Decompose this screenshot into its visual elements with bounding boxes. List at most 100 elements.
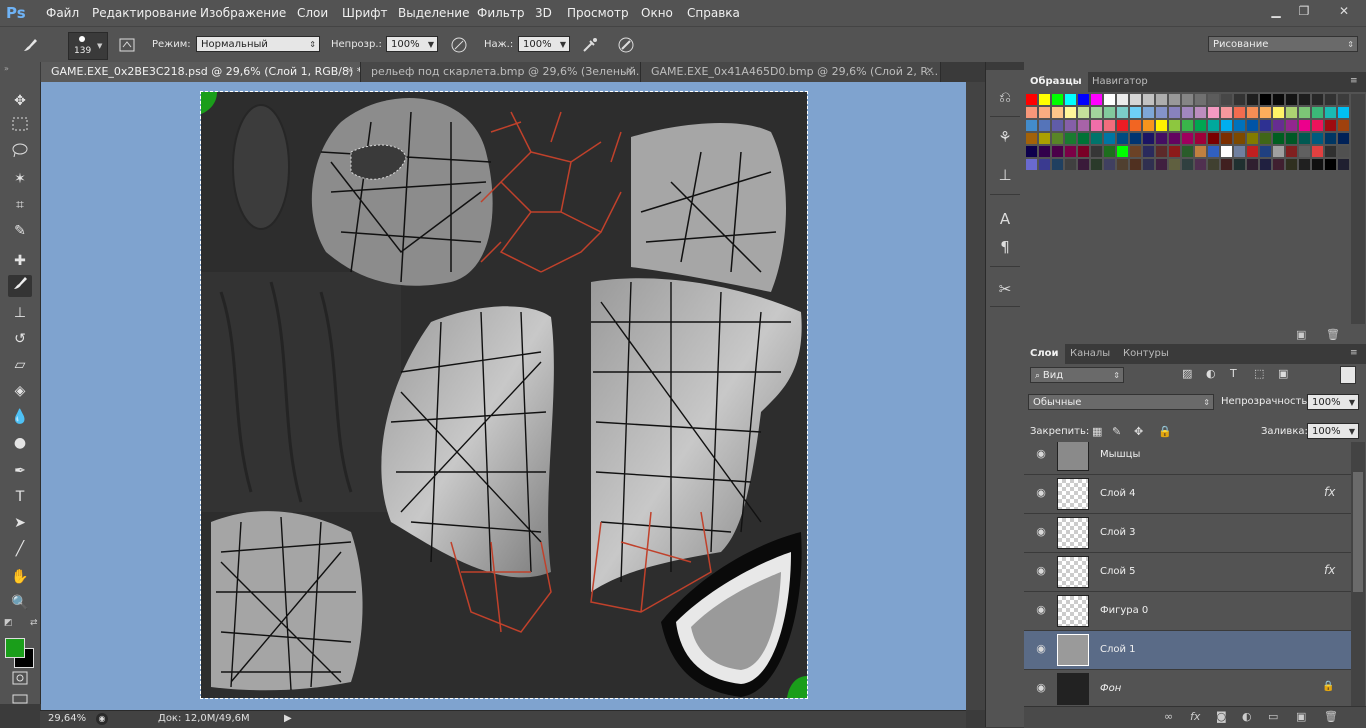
color-swatch[interactable] [1091,94,1102,105]
layer-effects-icon[interactable]: fx [1324,563,1335,577]
color-swatch[interactable] [1104,120,1115,131]
color-swatch[interactable] [1286,94,1297,105]
color-swatch[interactable] [1338,133,1349,144]
color-swatch[interactable] [1065,146,1076,157]
color-swatch[interactable] [1130,146,1141,157]
menu-help[interactable]: Справка [687,6,740,20]
pressure-size-icon[interactable] [616,35,636,55]
color-swatch[interactable] [1039,133,1050,144]
color-swatch[interactable] [1169,94,1180,105]
eye-icon[interactable]: ◉ [1034,487,1048,499]
mode-select[interactable]: Нормальный ⇕ [196,36,320,52]
layer-row-figura-0[interactable]: ◉ Фигура 0 [1024,592,1351,631]
dodge-tool-icon[interactable]: ● [8,432,32,454]
swap-colors-icon[interactable]: ⇄ [30,618,38,628]
menu-filter[interactable]: Фильтр [477,6,524,20]
pressure-input[interactable]: 100% ▼ [518,36,570,52]
layers-scrollbar[interactable] [1351,442,1365,706]
color-swatch[interactable] [1143,133,1154,144]
color-swatch[interactable] [1065,120,1076,131]
color-swatch[interactable] [1026,94,1037,105]
color-swatch[interactable] [1325,120,1336,131]
add-mask-icon[interactable]: ◙ [1216,710,1227,723]
color-swatch[interactable] [1260,94,1271,105]
color-swatch[interactable] [1312,120,1323,131]
menu-image[interactable]: Изображение [200,6,286,20]
quick-mask-icon[interactable] [8,670,32,692]
layer-row-fon[interactable]: ◉ Фон 🔒 [1024,670,1351,706]
delete-swatch-icon[interactable]: 🗑 [1326,328,1340,341]
color-swatch[interactable] [1208,120,1219,131]
filter-adjustment-icon[interactable]: ◐ [1206,367,1216,380]
color-swatch[interactable] [1156,133,1167,144]
paragraph-icon[interactable]: ¶ [994,236,1016,258]
color-swatch[interactable] [1156,159,1167,170]
color-swatch[interactable] [1221,94,1232,105]
color-swatch[interactable] [1338,94,1349,105]
color-swatch[interactable] [1182,146,1193,157]
layer-effects-icon[interactable]: fx [1324,485,1335,499]
color-swatch[interactable] [1091,146,1102,157]
minimize-icon[interactable]: ▁ [1264,2,1288,20]
color-swatch[interactable] [1299,133,1310,144]
eyedropper-tool-icon[interactable]: ✎ [8,220,32,242]
tab-navigator[interactable]: Навигатор [1086,72,1154,92]
swatch-grid[interactable] [1026,94,1351,224]
color-swatch[interactable] [1325,94,1336,105]
color-swatch[interactable] [1286,146,1297,157]
color-swatch[interactable] [1195,133,1206,144]
foreground-color-swatch[interactable] [5,638,25,658]
color-swatch[interactable] [1312,159,1323,170]
color-swatch[interactable] [1117,133,1128,144]
tab-document-1[interactable]: GAME.EXE_0x2BE3C218.psd @ 29,6% (Слой 1,… [41,62,361,82]
color-swatch[interactable] [1156,107,1167,118]
color-swatch[interactable] [1195,146,1206,157]
eye-icon[interactable]: ◉ [1034,526,1048,538]
color-swatch[interactable] [1208,94,1219,105]
default-colors-icon[interactable]: ◩ [4,618,13,628]
panel-menu-icon[interactable]: ≡ [1350,348,1358,358]
filter-pixel-icon[interactable]: ▨ [1182,367,1192,380]
color-swatch[interactable] [1026,146,1037,157]
hand-tool-icon[interactable]: ✋ [8,566,32,588]
add-style-icon[interactable]: fx [1190,710,1200,723]
color-swatch[interactable] [1117,159,1128,170]
color-swatch[interactable] [1208,133,1219,144]
eye-icon[interactable]: ◉ [1034,682,1048,694]
color-swatch[interactable] [1195,159,1206,170]
layer-row-sloy-3[interactable]: ◉ Слой 3 [1024,514,1351,553]
color-swatch[interactable] [1169,146,1180,157]
color-swatch[interactable] [1052,107,1063,118]
color-swatch[interactable] [1039,94,1050,105]
color-swatch[interactable] [1026,133,1037,144]
filter-smart-object-icon[interactable]: ▣ [1278,367,1288,380]
color-swatch[interactable] [1234,94,1245,105]
close-icon[interactable]: ✕ [926,62,934,82]
menu-select[interactable]: Выделение [398,6,469,20]
color-swatch[interactable] [1299,120,1310,131]
color-swatch[interactable] [1234,133,1245,144]
color-swatch[interactable] [1234,146,1245,157]
color-swatch[interactable] [1247,146,1258,157]
color-swatch[interactable] [1052,94,1063,105]
color-swatch[interactable] [1234,159,1245,170]
color-swatch[interactable] [1234,107,1245,118]
color-swatch[interactable] [1078,146,1089,157]
color-swatch[interactable] [1117,146,1128,157]
color-swatch[interactable] [1208,146,1219,157]
color-swatch[interactable] [1182,159,1193,170]
color-swatch[interactable] [1078,120,1089,131]
color-swatch[interactable] [1234,120,1245,131]
color-swatch[interactable] [1143,107,1154,118]
screen-mode-icon[interactable] [8,694,32,704]
color-swatch[interactable] [1260,146,1271,157]
tab-layers[interactable]: Слои [1024,344,1065,364]
color-swatch[interactable] [1247,120,1258,131]
color-swatch[interactable] [1091,133,1102,144]
lock-all-icon[interactable]: 🔒 [1158,425,1172,438]
color-swatch[interactable] [1143,159,1154,170]
layer-row-sloy-5[interactable]: ◉ Слой 5 fx [1024,553,1351,592]
menu-type[interactable]: Шрифт [342,6,388,20]
new-group-icon[interactable]: ▭ [1268,710,1278,723]
color-swatch[interactable] [1039,107,1050,118]
